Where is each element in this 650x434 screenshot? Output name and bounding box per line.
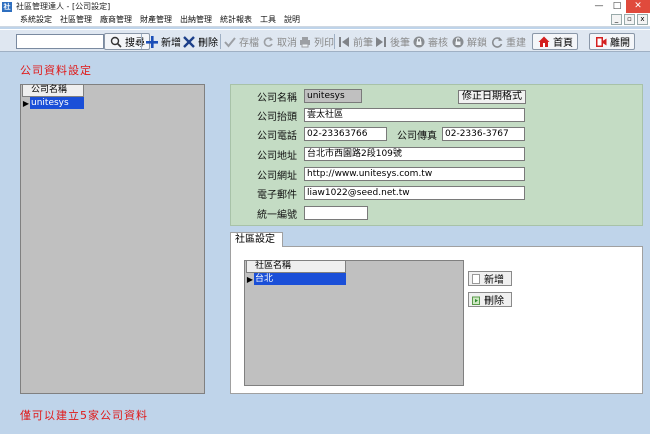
toolbar-separator bbox=[334, 34, 335, 49]
fax-field[interactable]: 02-2336-3767 bbox=[442, 127, 525, 141]
printer-icon bbox=[298, 35, 312, 49]
toolbar-separator bbox=[220, 34, 221, 49]
row-pointer-icon: ▶ bbox=[22, 98, 30, 108]
menu-reports[interactable]: 統計報表 bbox=[216, 14, 256, 25]
house-icon bbox=[537, 35, 551, 49]
address-field[interactable]: 台北市西園路2段109號 bbox=[304, 147, 525, 161]
skip-forward-icon bbox=[374, 35, 388, 49]
row-pointer-icon: ▶ bbox=[246, 274, 254, 284]
window-title: 社區管理達人 - [公司設定] bbox=[16, 2, 111, 11]
app-icon: 社 bbox=[2, 1, 12, 12]
magnifier-icon bbox=[109, 35, 123, 49]
next-record-button[interactable]: 後筆 bbox=[374, 33, 410, 50]
menu-tools[interactable]: 工具 bbox=[256, 14, 280, 25]
exit-door-icon bbox=[594, 35, 608, 49]
website-field[interactable]: http://www.unitesys.com.tw bbox=[304, 167, 525, 181]
menu-system-settings[interactable]: 系統設定 bbox=[0, 14, 56, 25]
window-controls: — □ ✕ bbox=[590, 0, 650, 13]
letterhead-label: 公司抬頭 bbox=[257, 112, 297, 123]
toolbar: 搜尋 新增 刪除 存檔 取消 列印 前筆 後筆 審核 解鎖 重建 首頁 離開 bbox=[0, 29, 650, 52]
review-button[interactable]: 審核 bbox=[412, 33, 448, 50]
close-button[interactable]: ✕ bbox=[626, 0, 650, 13]
tax-id-field[interactable] bbox=[304, 206, 368, 220]
print-button[interactable]: 列印 bbox=[298, 33, 334, 50]
company-grid[interactable]: 公司名稱 ▶ unitesys bbox=[20, 84, 205, 394]
fax-label: 公司傳真 bbox=[397, 131, 437, 142]
search-input[interactable] bbox=[16, 34, 104, 49]
delete-community-button[interactable]: 刪除 bbox=[468, 292, 512, 307]
company-name-label: 公司名稱 bbox=[257, 93, 297, 104]
document-icon bbox=[471, 273, 481, 284]
letterhead-field[interactable]: 雲太社區 bbox=[304, 108, 525, 122]
cancel-button[interactable]: 取消 bbox=[261, 33, 297, 50]
table-row[interactable]: ▶ 台北 bbox=[246, 273, 346, 285]
plus-icon bbox=[145, 35, 159, 49]
rebuild-button[interactable]: 重建 bbox=[490, 33, 526, 50]
title-bar: 社 社區管理達人 - [公司設定] — □ ✕ bbox=[0, 0, 650, 13]
community-grid[interactable]: 社區名稱 ▶ 台北 bbox=[244, 260, 464, 386]
menu-cashier[interactable]: 出納管理 bbox=[176, 14, 216, 25]
website-label: 公司網址 bbox=[257, 171, 297, 182]
tab-community-settings[interactable]: 社區設定 bbox=[230, 232, 283, 247]
menu-assets[interactable]: 財產管理 bbox=[136, 14, 176, 25]
mdi-close-button[interactable]: x bbox=[637, 14, 648, 25]
exit-button[interactable]: 離開 bbox=[589, 33, 635, 50]
company-grid-header[interactable]: 公司名稱 bbox=[22, 85, 84, 97]
page-title: 公司資料設定 bbox=[20, 64, 92, 77]
lock-icon bbox=[412, 35, 426, 49]
email-label: 電子郵件 bbox=[257, 190, 297, 201]
add-button[interactable]: 新增 bbox=[145, 33, 181, 50]
mdi-restore-button[interactable]: ▫ bbox=[624, 14, 635, 25]
community-grid-header[interactable]: 社區名稱 bbox=[246, 261, 346, 273]
x-icon bbox=[182, 35, 196, 49]
company-form: 公司名稱 unitesys 修正日期格式 公司抬頭 雲太社區 公司電話 02-2… bbox=[230, 84, 643, 226]
toolbar-separator bbox=[141, 34, 142, 49]
checkmark-icon bbox=[223, 35, 237, 49]
menu-help[interactable]: 說明 bbox=[280, 14, 304, 25]
skip-back-icon bbox=[337, 35, 351, 49]
unlock-button[interactable]: 解鎖 bbox=[451, 33, 487, 50]
mdi-controls: _ ▫ x bbox=[611, 14, 648, 25]
previous-record-button[interactable]: 前筆 bbox=[337, 33, 373, 50]
refresh-icon bbox=[490, 35, 504, 49]
address-label: 公司地址 bbox=[257, 151, 297, 162]
recycle-bin-icon bbox=[471, 295, 481, 305]
phone-field[interactable]: 02-23363766 bbox=[304, 127, 387, 141]
menu-bar: 系統設定 社區管理 廠商管理 財產管理 出納管理 統計報表 工具 說明 _ ▫ … bbox=[0, 13, 650, 27]
mdi-minimize-button[interactable]: _ bbox=[611, 14, 622, 25]
community-cell[interactable]: 台北 bbox=[254, 273, 346, 285]
search-button[interactable]: 搜尋 bbox=[104, 33, 150, 50]
add-community-button[interactable]: 新增 bbox=[468, 271, 512, 286]
fix-date-format-button[interactable]: 修正日期格式 bbox=[458, 90, 526, 104]
company-limit-note: 僅可以建立5家公司資料 bbox=[20, 409, 148, 422]
delete-button[interactable]: 刪除 bbox=[182, 33, 218, 50]
save-button[interactable]: 存檔 bbox=[223, 33, 259, 50]
maximize-button[interactable]: □ bbox=[608, 0, 626, 13]
tax-id-label: 統一編號 bbox=[257, 210, 297, 221]
undo-icon bbox=[261, 35, 275, 49]
email-field[interactable]: liaw1022@seed.net.tw bbox=[304, 186, 525, 200]
unlock-icon bbox=[451, 35, 465, 49]
phone-label: 公司電話 bbox=[257, 131, 297, 142]
menu-community[interactable]: 社區管理 bbox=[56, 14, 96, 25]
menu-vendors[interactable]: 廠商管理 bbox=[96, 14, 136, 25]
minimize-button[interactable]: — bbox=[590, 0, 608, 13]
community-panel: 社區名稱 ▶ 台北 新增 刪除 bbox=[230, 246, 643, 394]
company-name-field[interactable]: unitesys bbox=[304, 89, 362, 103]
table-row[interactable]: ▶ unitesys bbox=[22, 97, 84, 109]
company-cell[interactable]: unitesys bbox=[30, 97, 84, 109]
home-button[interactable]: 首頁 bbox=[532, 33, 578, 50]
